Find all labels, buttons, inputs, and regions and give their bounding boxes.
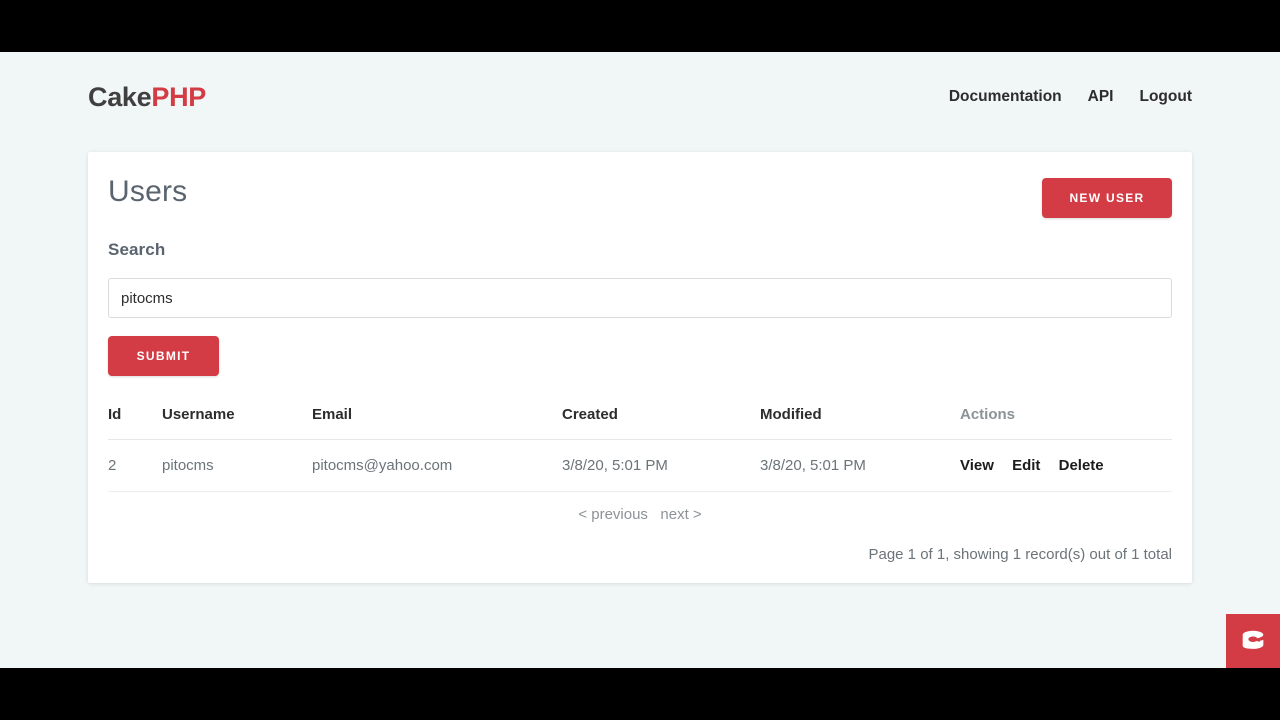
cakephp-logo[interactable]: CakePHP <box>88 81 206 112</box>
table-row: 2 pitocms pitocms@yahoo.com 3/8/20, 5:01… <box>108 439 1172 492</box>
page-title: Users <box>108 175 188 208</box>
column-header-email[interactable]: Email <box>312 406 562 440</box>
next-page-link[interactable]: next > <box>660 506 701 523</box>
table-header: Id Username Email Created Modified Actio… <box>108 406 1172 440</box>
previous-page-link[interactable]: < previous <box>578 506 648 523</box>
browser-page: CakePHP Documentation API Logout Users N… <box>0 52 1280 668</box>
cell-id: 2 <box>108 439 162 492</box>
table-header-row: Id Username Email Created Modified Actio… <box>108 406 1172 440</box>
nav-link-logout[interactable]: Logout <box>1139 88 1192 106</box>
users-card: Users NEW USER Search SUBMIT Id <box>88 152 1192 583</box>
table-body: 2 pitocms pitocms@yahoo.com 3/8/20, 5:01… <box>108 439 1172 492</box>
column-header-id[interactable]: Id <box>108 406 162 440</box>
cell-modified: 3/8/20, 5:01 PM <box>760 439 960 492</box>
brand-text-cake: Cake <box>88 81 152 112</box>
letterbox-top <box>0 0 1280 52</box>
nav-link-documentation[interactable]: Documentation <box>949 88 1062 106</box>
column-header-created[interactable]: Created <box>562 406 760 440</box>
users-table: Id Username Email Created Modified Actio… <box>108 406 1172 492</box>
edit-link[interactable]: Edit <box>1012 457 1040 474</box>
new-user-button[interactable]: NEW USER <box>1042 178 1172 218</box>
column-header-username[interactable]: Username <box>162 406 312 440</box>
search-label: Search <box>108 240 166 259</box>
cell-created: 3/8/20, 5:01 PM <box>562 439 760 492</box>
letterbox-bottom <box>0 668 1280 720</box>
card-header: Users NEW USER <box>108 174 1172 218</box>
cakephp-badge[interactable] <box>1226 614 1280 668</box>
column-header-modified[interactable]: Modified <box>760 406 960 440</box>
nav-link-api[interactable]: API <box>1088 88 1114 106</box>
search-input[interactable] <box>108 278 1172 318</box>
cakephp-logo-icon <box>1242 630 1264 649</box>
column-header-actions: Actions <box>960 406 1172 440</box>
top-navigation: CakePHP Documentation API Logout <box>0 52 1280 142</box>
brand-text-php: PHP <box>151 81 206 112</box>
screen-root: CakePHP Documentation API Logout Users N… <box>0 0 1280 720</box>
nav-links: Documentation API Logout <box>949 88 1192 106</box>
paginator: < previous next > <box>108 506 1172 524</box>
delete-link[interactable]: Delete <box>1059 457 1104 474</box>
submit-button[interactable]: SUBMIT <box>108 336 219 376</box>
cell-email: pitocms@yahoo.com <box>312 439 562 492</box>
record-counter: Page 1 of 1, showing 1 record(s) out of … <box>868 546 1172 563</box>
view-link[interactable]: View <box>960 457 994 474</box>
cell-username: pitocms <box>162 439 312 492</box>
cell-actions: View Edit Delete <box>960 439 1172 492</box>
